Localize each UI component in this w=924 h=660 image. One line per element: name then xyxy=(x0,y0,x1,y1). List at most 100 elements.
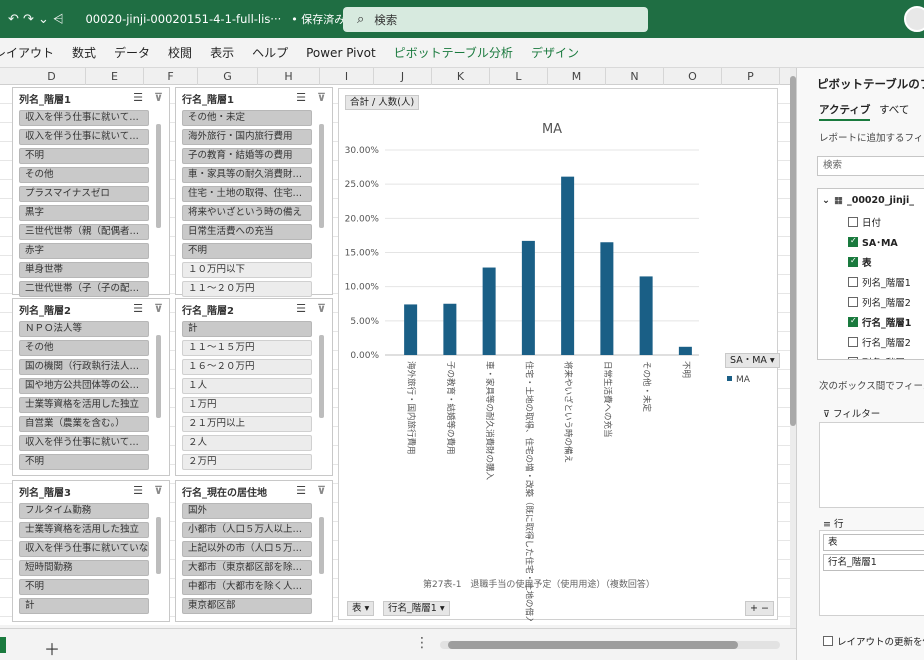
field-checkbox[interactable] xyxy=(848,337,858,347)
defer-update-option[interactable]: レイアウトの更新を保留する xyxy=(823,634,924,648)
column-header[interactable]: O xyxy=(664,68,722,85)
slicer-item[interactable]: 二世代世帯（子（子の配… xyxy=(19,281,149,297)
slicer-item[interactable]: 赤字 xyxy=(19,243,149,259)
ribbon-tab[interactable]: デザイン xyxy=(531,44,579,61)
slicer-item[interactable]: その他 xyxy=(19,167,149,183)
pivot-field[interactable]: SA･MA xyxy=(848,235,898,249)
slicer-item[interactable]: 計 xyxy=(19,598,149,614)
clear-filter-icon[interactable]: ⊽ xyxy=(154,484,163,497)
field-checkbox[interactable] xyxy=(848,236,858,247)
pivot-field[interactable]: 行名_階層1 xyxy=(848,315,911,329)
field-checkbox[interactable] xyxy=(848,277,858,287)
add-sheet-icon[interactable]: ＋ xyxy=(44,636,60,660)
slicer-item[interactable]: 収入を伴う仕事に就いて… xyxy=(19,435,149,451)
slicer-item[interactable]: 計 xyxy=(182,321,312,337)
multi-select-icon[interactable]: ☰ xyxy=(133,91,143,104)
multi-select-icon[interactable]: ☰ xyxy=(296,91,306,104)
slicer-scrollbar[interactable] xyxy=(156,517,161,574)
slicer-item[interactable]: １１～１５万円 xyxy=(182,340,312,356)
slicer-scrollbar[interactable] xyxy=(319,517,324,574)
slicer-item[interactable]: １６～２０万円 xyxy=(182,359,312,375)
column-header[interactable]: E xyxy=(86,68,144,85)
ribbon-tab[interactable]: ピボットテーブル分析 xyxy=(394,44,513,61)
slicer-item[interactable]: フルタイム勤務 xyxy=(19,503,149,519)
avatar[interactable] xyxy=(904,6,924,32)
slicer[interactable]: 列名_階層1 ☰ ⊽ 収入を伴う仕事に就いて… 収入を伴う仕事に就いて… 不明 その他 プラス… xyxy=(12,87,170,297)
ribbon-tab[interactable]: 数式 xyxy=(72,44,96,61)
slicer-item[interactable]: 海外旅行・国内旅行費用 xyxy=(182,129,312,145)
slicer-item[interactable]: 子の教育・結婚等の費用 xyxy=(182,148,312,164)
clear-filter-icon[interactable]: ⊽ xyxy=(317,91,326,104)
clear-filter-icon[interactable]: ⊽ xyxy=(317,302,326,315)
filters-area[interactable] xyxy=(819,422,924,508)
slicer-item[interactable]: 大都市（東京都区部を除… xyxy=(182,560,312,576)
slicer-item[interactable]: 不明 xyxy=(19,148,149,164)
slicer-item[interactable]: 三世代世帯（親（配偶者… xyxy=(19,224,149,240)
tab-active[interactable]: アクティブ xyxy=(819,102,871,121)
slicer-item[interactable]: 将来やいざという時の備え xyxy=(182,205,312,221)
multi-select-icon[interactable]: ☰ xyxy=(296,484,306,497)
ribbon-tab[interactable]: ヘルプ xyxy=(252,44,288,61)
slicer-item[interactable]: 不明 xyxy=(19,579,149,595)
field-checkbox[interactable] xyxy=(848,316,858,327)
multi-select-icon[interactable]: ☰ xyxy=(296,302,306,315)
slicer-item[interactable]: ＮＰＯ法人等 xyxy=(19,321,149,337)
slicer-item[interactable]: ２１万円以上 xyxy=(182,416,312,432)
slicer-item[interactable]: 収入を伴う仕事に就いていない xyxy=(19,541,149,557)
column-header[interactable]: J xyxy=(374,68,432,85)
tab-split-handle-icon[interactable]: ⋮ xyxy=(415,635,429,651)
slicer-item[interactable]: 自営業（農業を含む。） xyxy=(19,416,149,432)
search-box[interactable]: ⌕ 検索 xyxy=(343,7,648,32)
column-header[interactable]: M xyxy=(548,68,606,85)
slicer-item[interactable]: 日常生活費への充当 xyxy=(182,224,312,240)
slicer-item[interactable]: 東京都区部 xyxy=(182,598,312,614)
pivot-field[interactable]: 日付 xyxy=(848,215,881,229)
clear-filter-icon[interactable]: ⊽ xyxy=(154,302,163,315)
column-header[interactable]: L xyxy=(490,68,548,85)
slicer-item[interactable]: プラスマイナスゼロ xyxy=(19,186,149,202)
column-header[interactable]: K xyxy=(432,68,490,85)
slicer[interactable]: 列名_階層3 ☰ ⊽ フルタイム勤務 士業等資格を活用した独立 収入を伴う仕事に就いていな… xyxy=(12,480,170,622)
slicer-item[interactable]: 上記以外の市（人口５万… xyxy=(182,541,312,557)
slicer[interactable]: 行名_階層2 ☰ ⊽ 計 １１～１５万円 １６～２０万円 １人 １万円 ２１万円以上 ２人 ２万円 xyxy=(175,298,333,476)
collapse-icon[interactable]: ⌄ xyxy=(822,195,830,206)
legend-field-button[interactable]: SA・MA ▾ xyxy=(725,353,780,368)
ribbon-tab[interactable]: Power Pivot xyxy=(306,46,376,60)
column-header[interactable]: D xyxy=(18,68,86,85)
pivot-field[interactable]: 列名_階層1 xyxy=(848,275,911,289)
slicer-item[interactable]: 不明 xyxy=(182,243,312,259)
field-checkbox[interactable] xyxy=(848,256,858,267)
ribbon-tab[interactable]: レイアウト xyxy=(0,44,54,61)
field-search-input[interactable]: 検索 xyxy=(817,156,924,176)
slicer[interactable]: 列名_階層2 ☰ ⊽ ＮＰＯ法人等 その他 国の機関（行政執行法人… 国や地方公共団体等の公… xyxy=(12,298,170,476)
slicer-item[interactable]: １万円 xyxy=(182,397,312,413)
active-sheet-marker[interactable] xyxy=(0,637,6,653)
slicer-scrollbar[interactable] xyxy=(319,335,324,418)
slicer-item[interactable]: 収入を伴う仕事に就いて… xyxy=(19,129,149,145)
pivot-field[interactable]: 行名_階層2 xyxy=(848,335,911,349)
column-header[interactable]: H xyxy=(258,68,320,85)
clear-filter-icon[interactable]: ⊽ xyxy=(154,91,163,104)
slicer-item[interactable]: 収入を伴う仕事に就いて… xyxy=(19,110,149,126)
slicer-scrollbar[interactable] xyxy=(156,124,161,228)
slicer-item[interactable]: １１～２０万円 xyxy=(182,281,312,297)
slicer-item[interactable]: 国外 xyxy=(182,503,312,519)
slicer-item[interactable]: 不明 xyxy=(19,454,149,470)
quick-access-toolbar[interactable]: ↶ ↷ ⌄ ⩤ xyxy=(8,12,63,27)
horizontal-scrollbar[interactable] xyxy=(440,641,780,649)
slicer-item[interactable]: 短時間勤務 xyxy=(19,560,149,576)
column-header[interactable]: F xyxy=(144,68,198,85)
slicer-scrollbar[interactable] xyxy=(319,124,324,228)
row-field-item[interactable]: 表 xyxy=(823,534,924,551)
expand-collapse-buttons[interactable]: + − xyxy=(745,601,774,616)
slicer-item[interactable]: その他・未定 xyxy=(182,110,312,126)
pivot-field[interactable]: 列名_階層2 xyxy=(848,295,911,309)
slicer-item[interactable]: その他 xyxy=(19,340,149,356)
slicer[interactable]: 行名_現在の居住地 ☰ ⊽ 国外 小都市（人口５万人以上… 上記以外の市（人口５万… 大都市… xyxy=(175,480,333,622)
slicer-item[interactable]: ２万円 xyxy=(182,454,312,470)
slicer-item[interactable]: 車・家具等の耐久消費財… xyxy=(182,167,312,183)
defer-checkbox[interactable] xyxy=(823,636,833,646)
slicer[interactable]: 行名_階層1 ☰ ⊽ その他・未定 海外旅行・国内旅行費用 子の教育・結婚等の費用 車・家具… xyxy=(175,87,333,297)
slicer-item[interactable]: 国や地方公共団体等の公… xyxy=(19,378,149,394)
ribbon-tab[interactable]: データ xyxy=(114,44,150,61)
